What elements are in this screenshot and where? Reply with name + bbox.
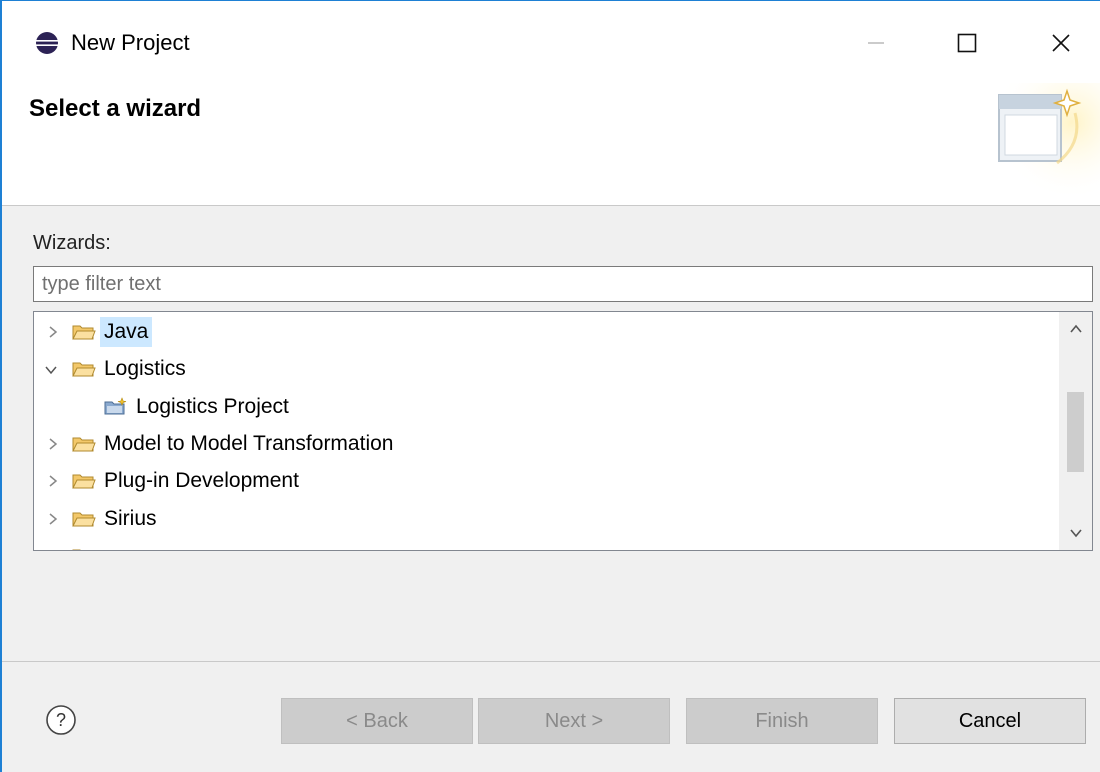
close-icon	[1052, 34, 1070, 52]
tree-scrollbar[interactable]	[1059, 312, 1092, 550]
minimize-button[interactable]	[847, 17, 905, 69]
wizards-label: Wizards:	[33, 232, 111, 254]
title-bar[interactable]: New Project	[2, 1, 1100, 83]
finish-button[interactable]: Finish	[686, 698, 878, 744]
footer-divider	[2, 661, 1100, 662]
chevron-right-icon[interactable]	[44, 323, 62, 341]
tree-item-java[interactable]: Java	[34, 314, 1056, 351]
tree-item-logistics[interactable]: Logistics	[34, 351, 1056, 388]
help-icon[interactable]: ?	[45, 704, 77, 736]
folder-icon	[72, 512, 96, 527]
close-button[interactable]	[1032, 17, 1090, 69]
page-title: Select a wizard	[29, 95, 202, 122]
scroll-down-button[interactable]	[1059, 516, 1092, 550]
tree-item-label: Logistics	[104, 357, 186, 380]
svg-text:?: ?	[56, 710, 66, 730]
minimize-icon	[868, 42, 884, 44]
scroll-up-button[interactable]	[1059, 312, 1092, 346]
folder-icon	[72, 362, 96, 377]
wizard-filter-input[interactable]	[33, 266, 1093, 302]
chevron-right-icon[interactable]	[44, 472, 62, 490]
chevron-down-icon[interactable]	[42, 361, 60, 379]
eclipse-icon	[36, 32, 58, 54]
tree-item-label: Model to Model Transformation	[104, 432, 394, 455]
project-wizard-icon	[104, 397, 127, 415]
tree-item-sirius[interactable]: Sirius	[34, 501, 1056, 538]
tree-item-plug-in-development[interactable]: Plug-in Development	[34, 463, 1056, 500]
new-project-dialog: New Project Select a wizard Wizards: typ…	[0, 0, 1100, 772]
tree-item-label: Java	[100, 317, 153, 347]
cancel-button[interactable]: Cancel	[894, 698, 1086, 744]
tree-item-model-to-model-transformation[interactable]: Model to Model Transformation	[34, 426, 1056, 463]
tree-item-partial[interactable]	[34, 538, 1056, 550]
folder-icon	[72, 437, 96, 452]
back-button[interactable]: < Back	[281, 698, 473, 744]
folder-icon	[72, 549, 81, 550]
maximize-icon	[957, 33, 977, 53]
wizard-header: Select a wizard	[2, 83, 1100, 206]
folder-icon	[72, 325, 96, 340]
next-button[interactable]: Next >	[478, 698, 670, 744]
wizard-tree[interactable]: Java Logistics Logistics Project Model t…	[33, 311, 1093, 551]
new-wizard-icon	[987, 83, 1100, 195]
tree-item-label: Logistics Project	[136, 395, 289, 418]
scroll-thumb[interactable]	[1067, 392, 1084, 472]
chevron-right-icon[interactable]	[44, 510, 62, 528]
tree-item-label: Sirius	[104, 507, 157, 530]
chevron-down-icon	[1069, 529, 1082, 538]
window-title: New Project	[71, 30, 190, 55]
chevron-up-icon	[1069, 324, 1082, 333]
tree-item-logistics-project[interactable]: Logistics Project	[34, 389, 1056, 426]
folder-icon	[72, 474, 96, 489]
maximize-button[interactable]	[938, 17, 996, 69]
chevron-right-icon[interactable]	[44, 435, 62, 453]
tree-item-label: Plug-in Development	[104, 469, 299, 492]
